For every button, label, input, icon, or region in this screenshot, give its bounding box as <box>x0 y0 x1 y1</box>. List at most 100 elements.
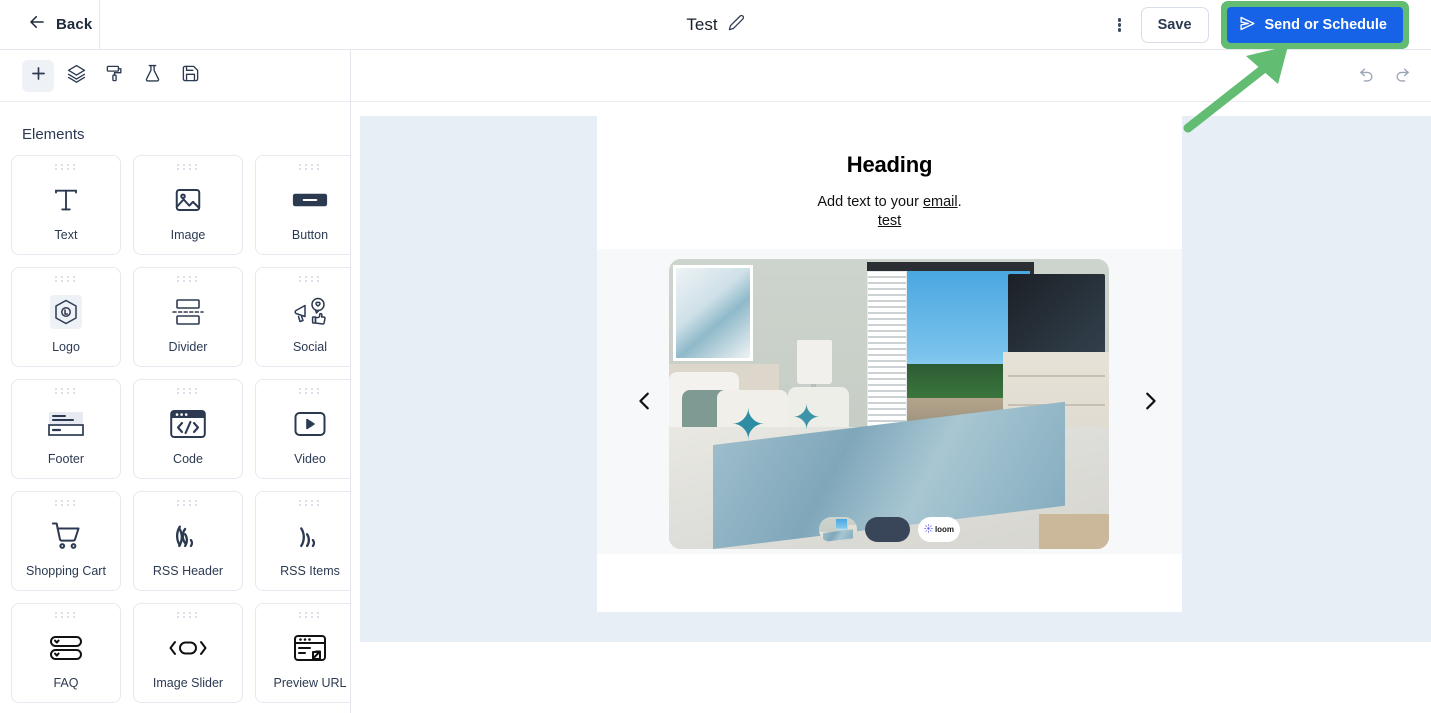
text-icon <box>12 172 120 228</box>
email-builder-app: Back Test Save Send or Schedule Elements… <box>0 0 1431 713</box>
pencil-icon[interactable] <box>728 14 745 36</box>
element-label: Image <box>170 228 206 242</box>
drag-handle-icon[interactable] <box>177 500 199 506</box>
element-card-social[interactable]: Social <box>255 267 350 367</box>
canvas-toolbar <box>351 50 1431 102</box>
element-card-text[interactable]: Text <box>11 155 121 255</box>
rss-icon <box>256 508 350 564</box>
element-card-video[interactable]: Video <box>255 379 350 479</box>
undo-button[interactable] <box>1351 61 1381 91</box>
element-label: Button <box>291 228 329 242</box>
send-or-schedule-button[interactable]: Send or Schedule <box>1226 7 1403 43</box>
preview-url-icon <box>256 620 350 676</box>
email-paragraph[interactable]: Add text to your email. test <box>597 178 1182 230</box>
element-card-rss-header[interactable]: RSS Header <box>133 491 243 591</box>
slider-thumbnails: loom <box>597 517 1182 543</box>
more-vertical-icon <box>1117 17 1122 34</box>
sidebar-tool-strip <box>0 50 350 102</box>
image-slider-block[interactable]: ✦ ✦ loom <box>597 249 1182 555</box>
styles-tool[interactable] <box>98 60 130 92</box>
back-label: Back <box>56 16 93 33</box>
element-card-button[interactable]: Button <box>255 155 350 255</box>
drag-handle-icon[interactable] <box>299 276 321 282</box>
faq-icon <box>12 620 120 676</box>
drag-handle-icon[interactable] <box>299 500 321 506</box>
redo-icon <box>1394 65 1411 87</box>
element-card-divider[interactable]: Divider <box>133 267 243 367</box>
element-card-faq[interactable]: FAQ <box>11 603 121 703</box>
email-paragraph-link[interactable]: email <box>923 194 958 210</box>
element-card-code[interactable]: Code <box>133 379 243 479</box>
slider-next-button[interactable] <box>1136 389 1164 417</box>
page-title: Test <box>686 15 718 34</box>
logo-icon <box>12 284 120 340</box>
image-icon <box>134 172 242 228</box>
slider-prev-button[interactable] <box>631 389 659 417</box>
element-card-preview-url[interactable]: Preview URL <box>255 603 350 703</box>
arrow-left-icon <box>28 13 46 36</box>
element-label: RSS Header <box>152 564 224 578</box>
top-bar: Back Test Save Send or Schedule <box>0 0 1431 50</box>
divider-icon <box>134 284 242 340</box>
element-card-image-slider[interactable]: Image Slider <box>133 603 243 703</box>
plus-icon <box>29 64 48 88</box>
canvas-area: Heading Add text to your email. test ✦ ✦… <box>351 50 1431 713</box>
video-icon <box>256 396 350 452</box>
chevron-right-icon <box>1139 390 1161 417</box>
element-label: Code <box>173 452 203 466</box>
thumbnail-dark[interactable] <box>865 517 910 543</box>
email-paragraph-suffix: . <box>957 194 962 210</box>
element-label: RSS Items <box>280 564 340 578</box>
element-card-logo[interactable]: Logo <box>11 267 121 367</box>
drag-handle-icon[interactable] <box>299 388 321 394</box>
save-template-tool[interactable] <box>174 60 206 92</box>
back-button[interactable]: Back <box>0 0 100 50</box>
test-tool[interactable] <box>136 60 168 92</box>
slider-current-image[interactable]: ✦ ✦ <box>669 259 1109 550</box>
email-paragraph-prefix: Add text to your <box>817 194 923 210</box>
flask-icon <box>143 64 162 88</box>
drag-handle-icon[interactable] <box>55 500 77 506</box>
drag-handle-icon[interactable] <box>177 164 199 170</box>
save-button[interactable]: Save <box>1140 7 1209 43</box>
drag-handle-icon[interactable] <box>55 612 77 618</box>
add-element-tool[interactable] <box>22 59 54 92</box>
social-icon <box>256 284 350 340</box>
element-card-rss-items[interactable]: RSS Items <box>255 491 350 591</box>
drag-handle-icon[interactable] <box>299 612 321 618</box>
footer-icon <box>12 396 120 452</box>
loom-label: loom <box>934 525 955 535</box>
shopping-cart-icon <box>12 508 120 564</box>
element-label: Image Slider <box>152 676 224 690</box>
drag-handle-icon[interactable] <box>299 164 321 170</box>
redo-button[interactable] <box>1387 61 1417 91</box>
element-label: Text <box>54 228 78 242</box>
email-preview-body[interactable]: Heading Add text to your email. test ✦ ✦… <box>597 116 1182 612</box>
send-or-schedule-label: Send or Schedule <box>1264 17 1387 33</box>
more-options-button[interactable] <box>1103 8 1137 42</box>
email-heading[interactable]: Heading <box>597 116 1182 178</box>
chevron-left-icon <box>634 390 656 417</box>
drag-handle-icon[interactable] <box>177 612 199 618</box>
drag-handle-icon[interactable] <box>55 164 77 170</box>
element-card-shopping-cart[interactable]: Shopping Cart <box>11 491 121 591</box>
drag-handle-icon[interactable] <box>55 388 77 394</box>
email-second-line-link[interactable]: test <box>597 213 1182 230</box>
thumbnail-bedroom-photo[interactable] <box>819 517 857 543</box>
drag-handle-icon[interactable] <box>177 388 199 394</box>
image-slider-icon <box>134 620 242 676</box>
drag-handle-icon[interactable] <box>55 276 77 282</box>
loom-icon <box>924 524 933 535</box>
layers-tool[interactable] <box>60 60 92 92</box>
element-label: FAQ <box>53 676 79 690</box>
thumbnail-loom[interactable]: loom <box>918 517 960 543</box>
element-label: Divider <box>168 340 208 354</box>
top-bar-actions: Save Send or Schedule <box>1103 0 1431 50</box>
element-label: Preview URL <box>273 676 347 690</box>
element-card-image[interactable]: Image <box>133 155 243 255</box>
drag-handle-icon[interactable] <box>177 276 199 282</box>
bedroom-photo: ✦ ✦ <box>669 259 1109 550</box>
element-card-footer[interactable]: Footer <box>11 379 121 479</box>
floppy-disk-icon <box>181 64 200 88</box>
code-icon <box>134 396 242 452</box>
